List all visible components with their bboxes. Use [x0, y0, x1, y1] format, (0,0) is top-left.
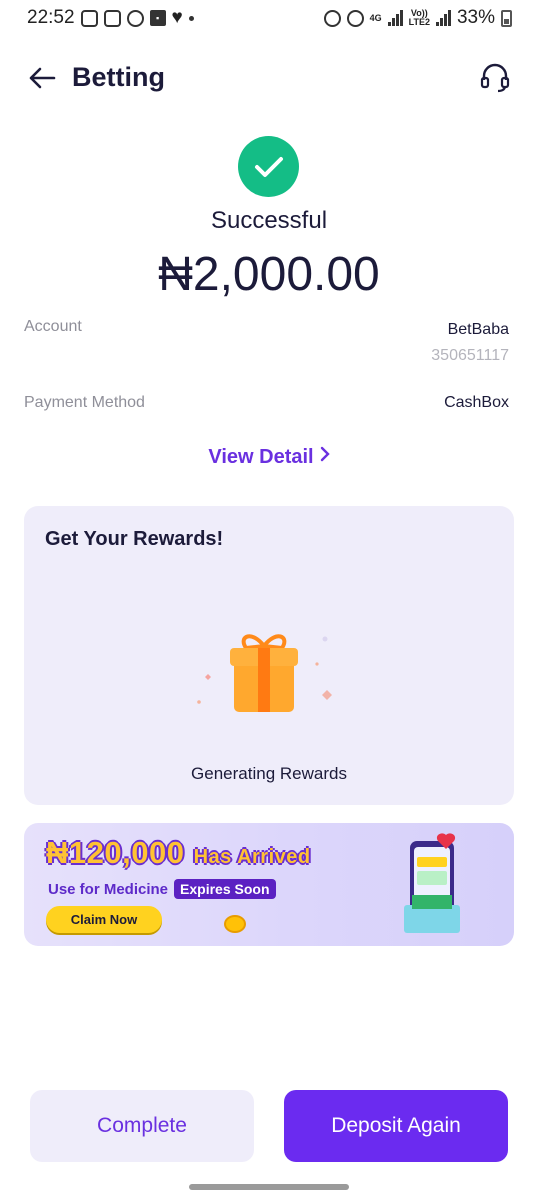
success-check-icon	[238, 136, 299, 197]
back-arrow-icon	[29, 67, 56, 89]
banner-subtitle-row: Use for Medicine Expires Soon	[48, 879, 276, 899]
chevron-right-icon	[320, 445, 330, 468]
deposit-again-button[interactable]: Deposit Again	[284, 1090, 508, 1162]
customer-support-button[interactable]	[478, 60, 512, 94]
app-header: Betting	[0, 52, 538, 104]
network-type: 4G	[369, 12, 382, 23]
signal-icon-2	[435, 10, 451, 26]
headset-icon	[480, 63, 510, 93]
battery-icon	[501, 9, 512, 27]
claim-now-button[interactable]: Claim Now	[46, 906, 162, 933]
status-bar-left: 22:52 ▪ ♥	[27, 7, 194, 29]
snapchat-icon	[126, 9, 144, 27]
banner-subtitle: Use for Medicine	[48, 880, 169, 898]
view-detail-label: View Detail	[208, 446, 314, 468]
complete-button[interactable]: Complete	[30, 1090, 254, 1162]
calendar-icon: ▪	[149, 10, 166, 26]
transaction-amount: ₦2,000.00	[158, 248, 380, 301]
page-title: Betting	[72, 62, 165, 92]
battery-percent: 33%	[456, 7, 495, 28]
more-notifications-icon	[188, 15, 194, 21]
banner-headline-suffix: Has Arrived	[193, 846, 311, 868]
signal-icon	[387, 10, 403, 26]
alarm-icon	[323, 9, 341, 27]
account-label: Account	[24, 318, 82, 335]
back-button[interactable]	[26, 62, 58, 94]
status-bar-right: 4G Vo)) LTE2 33%	[323, 7, 512, 29]
instagram-icon	[80, 9, 98, 27]
gift-box-icon	[197, 634, 332, 712]
rewards-card: Get Your Rewards! Generating Rewards	[24, 506, 514, 805]
coin-icon	[224, 915, 246, 933]
promo-banner[interactable]: ₦120,000 Has Arrived Use for Medicine Ex…	[24, 823, 514, 946]
status-bar: 22:52 ▪ ♥ 4G Vo)) LTE2 33%	[0, 0, 538, 36]
status-time: 22:52	[27, 7, 75, 28]
instagram-icon-2	[103, 9, 121, 27]
home-indicator[interactable]	[189, 1184, 349, 1190]
banner-amount: ₦120,000	[46, 835, 185, 870]
banner-headline: ₦120,000 Has Arrived	[46, 835, 311, 871]
medicine-phone-illustration	[404, 833, 460, 933]
volte-label: Vo)) LTE2	[408, 8, 430, 27]
heart-icon: ♥	[171, 7, 183, 28]
hotspot-icon	[346, 9, 364, 27]
payment-method-label: Payment Method	[24, 394, 145, 411]
account-number: 350651117	[431, 347, 509, 364]
expires-badge: Expires Soon	[174, 879, 276, 899]
rewards-title: Get Your Rewards!	[45, 528, 224, 550]
generating-rewards-text: Generating Rewards	[191, 764, 347, 783]
checkmark-icon	[254, 156, 283, 177]
account-name: BetBaba	[447, 321, 509, 338]
payment-method-value: CashBox	[444, 394, 509, 411]
view-detail-link[interactable]: View Detail	[0, 445, 538, 469]
transaction-status: Successful	[210, 207, 328, 234]
